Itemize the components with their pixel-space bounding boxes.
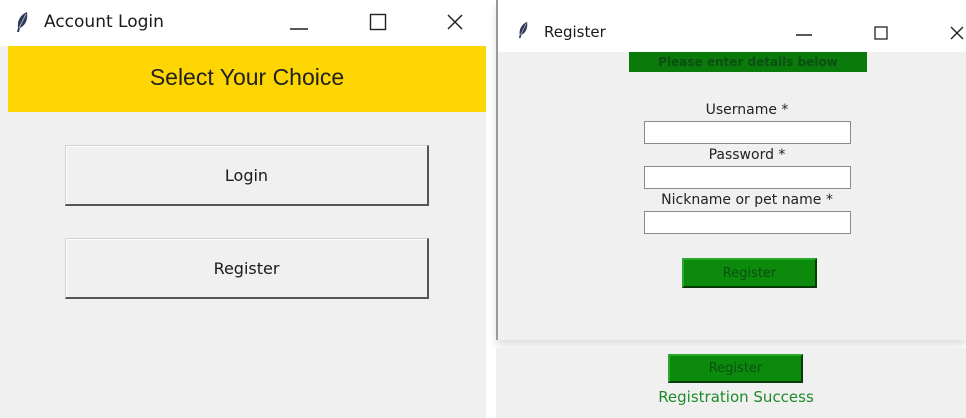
minimize-icon[interactable] <box>795 33 813 37</box>
register-titlebar: Register <box>498 0 966 52</box>
nickname-label: Nickname or pet name * <box>661 192 833 208</box>
close-icon[interactable] <box>446 13 464 31</box>
choice-header-banner: Select Your Choice <box>8 46 486 112</box>
login-titlebar: Account Login <box>0 0 486 46</box>
feather-icon <box>518 21 528 39</box>
password-input[interactable] <box>644 166 851 189</box>
success-message: Registration Success <box>658 388 814 406</box>
register-submit-button[interactable]: Register <box>682 258 817 288</box>
register-window: Register Please enter details below User… <box>496 0 966 340</box>
maximize-icon[interactable] <box>369 13 387 31</box>
register-button[interactable]: Register <box>668 354 803 383</box>
feather-icon <box>17 12 28 32</box>
register-window-title: Register <box>544 23 606 41</box>
username-label: Username * <box>705 102 789 118</box>
login-window-title: Account Login <box>44 12 164 32</box>
nickname-input[interactable] <box>644 211 851 234</box>
username-input[interactable] <box>644 121 851 144</box>
register-instructions-banner: Please enter details below <box>629 52 867 72</box>
password-label: Password * <box>708 147 786 163</box>
login-button[interactable]: Login <box>65 145 429 206</box>
minimize-icon[interactable] <box>289 27 309 31</box>
close-icon[interactable] <box>950 26 964 40</box>
maximize-icon[interactable] <box>874 26 888 40</box>
account-login-window: Account Login Select Your Choice Login R… <box>0 0 486 418</box>
registration-success-panel: Register Registration Success <box>496 348 966 418</box>
register-choice-button[interactable]: Register <box>65 238 429 299</box>
choice-heading: Select Your Choice <box>149 64 345 90</box>
